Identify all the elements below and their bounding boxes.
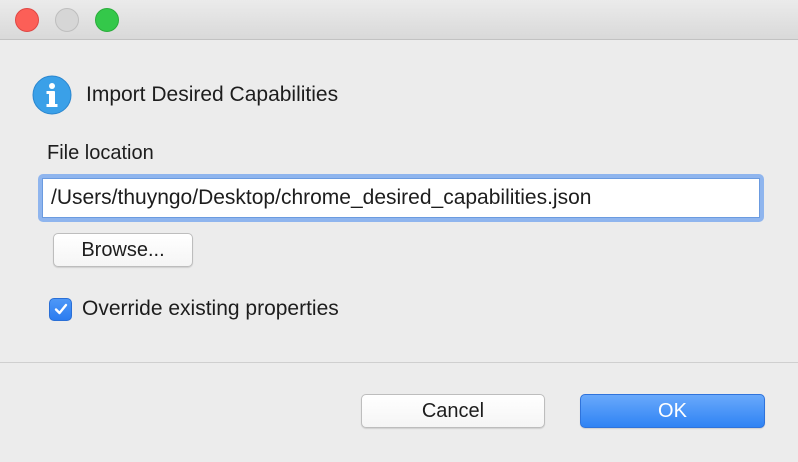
file-path-input[interactable] <box>42 178 760 218</box>
override-checkbox[interactable] <box>49 297 72 321</box>
ok-button[interactable]: OK <box>580 394 765 428</box>
info-icon <box>32 75 72 115</box>
dialog-header: Import Desired Capabilities <box>32 75 338 115</box>
checkmark-icon <box>54 303 67 315</box>
footer-divider <box>0 362 798 363</box>
cancel-button[interactable]: Cancel <box>361 394 545 428</box>
close-window-button[interactable] <box>15 8 39 32</box>
minimize-window-button[interactable] <box>55 8 79 32</box>
zoom-window-button[interactable] <box>95 8 119 32</box>
browse-button[interactable]: Browse... <box>53 233 193 267</box>
override-label: Override existing properties <box>82 297 339 320</box>
override-option[interactable]: Override existing properties <box>49 296 339 322</box>
file-location-label: File location <box>47 142 154 164</box>
dialog-title: Import Desired Capabilities <box>86 83 339 106</box>
window-titlebar <box>0 0 798 40</box>
file-path-focus-ring <box>38 174 764 222</box>
